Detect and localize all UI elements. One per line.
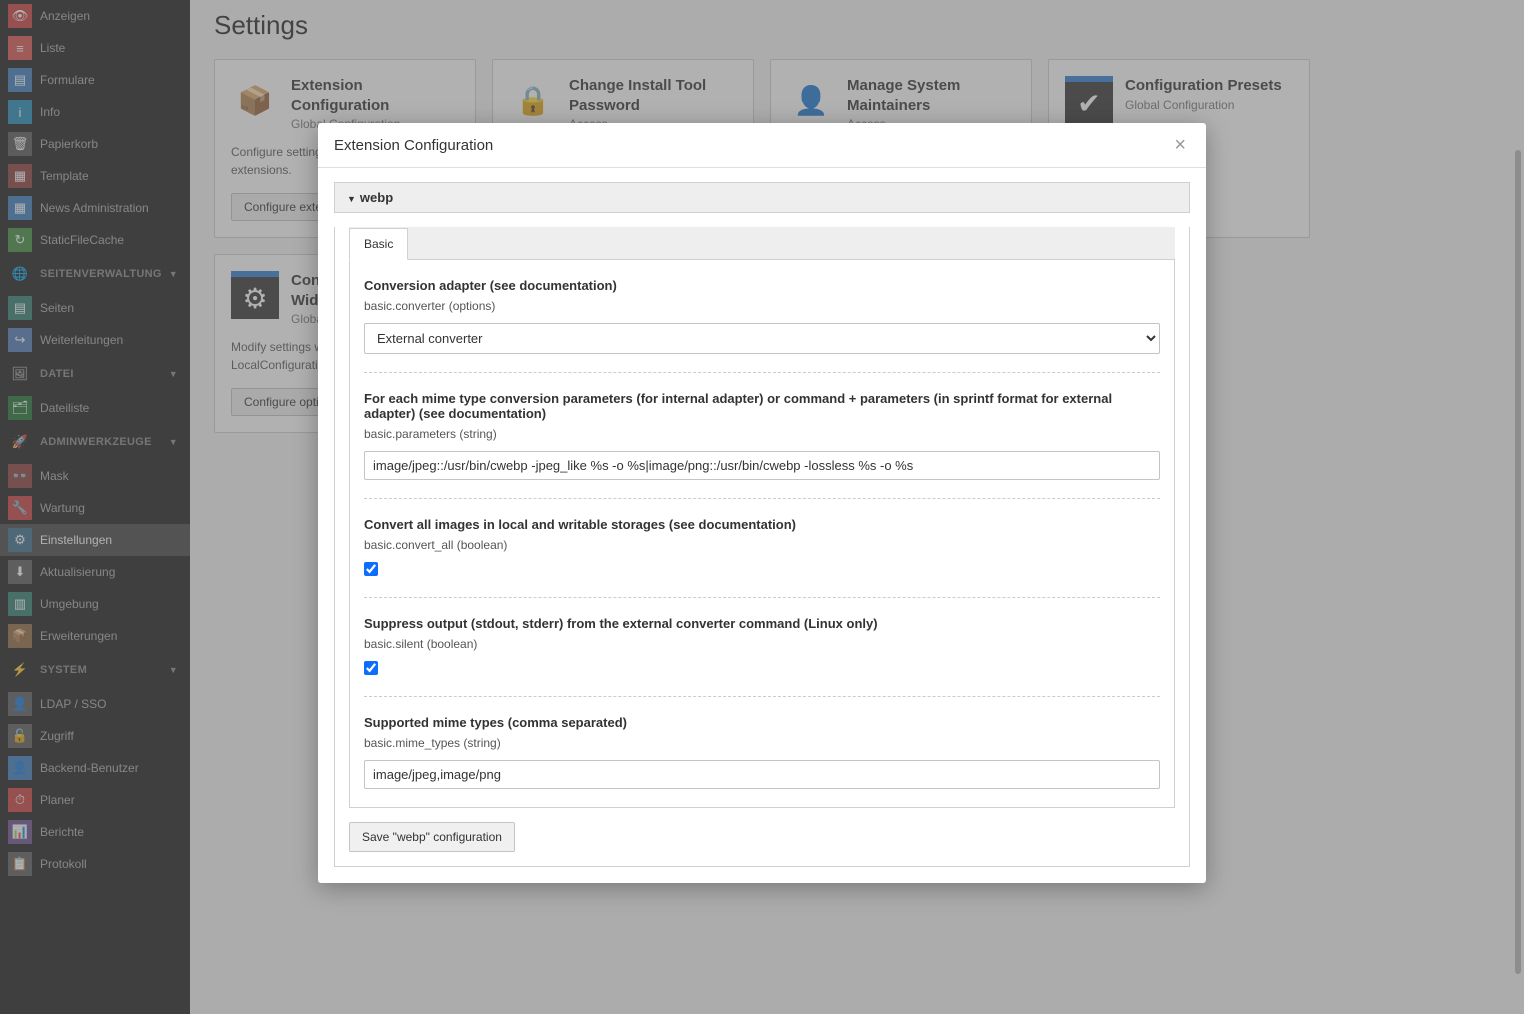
field-key: basic.parameters (string) [364, 427, 1160, 441]
field-parameters: For each mime type conversion parameters… [364, 391, 1160, 499]
field-convert-all: Convert all images in local and writable… [364, 517, 1160, 598]
caret-down-icon: ▼ [347, 194, 356, 204]
extension-config-modal: Extension Configuration × ▼ webp Basic Co… [318, 123, 1206, 883]
field-label: Convert all images in local and writable… [364, 517, 1160, 532]
field-label: For each mime type conversion parameters… [364, 391, 1160, 421]
field-converter: Conversion adapter (see documentation) b… [364, 278, 1160, 373]
tab-basic[interactable]: Basic [349, 228, 408, 260]
field-key: basic.converter (options) [364, 299, 1160, 313]
save-webp-button[interactable]: Save "webp" configuration [349, 822, 515, 852]
field-label: Supported mime types (comma separated) [364, 715, 1160, 730]
accordion-label: webp [360, 190, 393, 205]
modal-overlay: Extension Configuration × ▼ webp Basic Co… [0, 0, 1524, 1014]
mime-types-input[interactable] [364, 760, 1160, 789]
field-silent: Suppress output (stdout, stderr) from th… [364, 616, 1160, 697]
convert-all-checkbox[interactable] [364, 562, 378, 576]
silent-checkbox[interactable] [364, 661, 378, 675]
field-key: basic.silent (boolean) [364, 637, 1160, 651]
field-key: basic.mime_types (string) [364, 736, 1160, 750]
scrollbar[interactable] [1515, 150, 1521, 974]
field-label: Conversion adapter (see documentation) [364, 278, 1160, 293]
tab-panel-basic: Conversion adapter (see documentation) b… [349, 260, 1175, 808]
field-mime-types: Supported mime types (comma separated) b… [364, 715, 1160, 789]
field-key: basic.convert_all (boolean) [364, 538, 1160, 552]
modal-header: Extension Configuration × [318, 123, 1206, 168]
modal-title: Extension Configuration [334, 137, 493, 154]
close-button[interactable]: × [1170, 135, 1190, 155]
accordion-body: Basic Conversion adapter (see documentat… [334, 227, 1190, 867]
converter-select[interactable]: External converter [364, 323, 1160, 354]
parameters-input[interactable] [364, 451, 1160, 480]
field-label: Suppress output (stdout, stderr) from th… [364, 616, 1160, 631]
modal-body: ▼ webp Basic Conversion adapter (see docu… [318, 168, 1206, 883]
accordion-header-webp[interactable]: ▼ webp [334, 182, 1190, 213]
tab-bar: Basic [349, 227, 1175, 260]
